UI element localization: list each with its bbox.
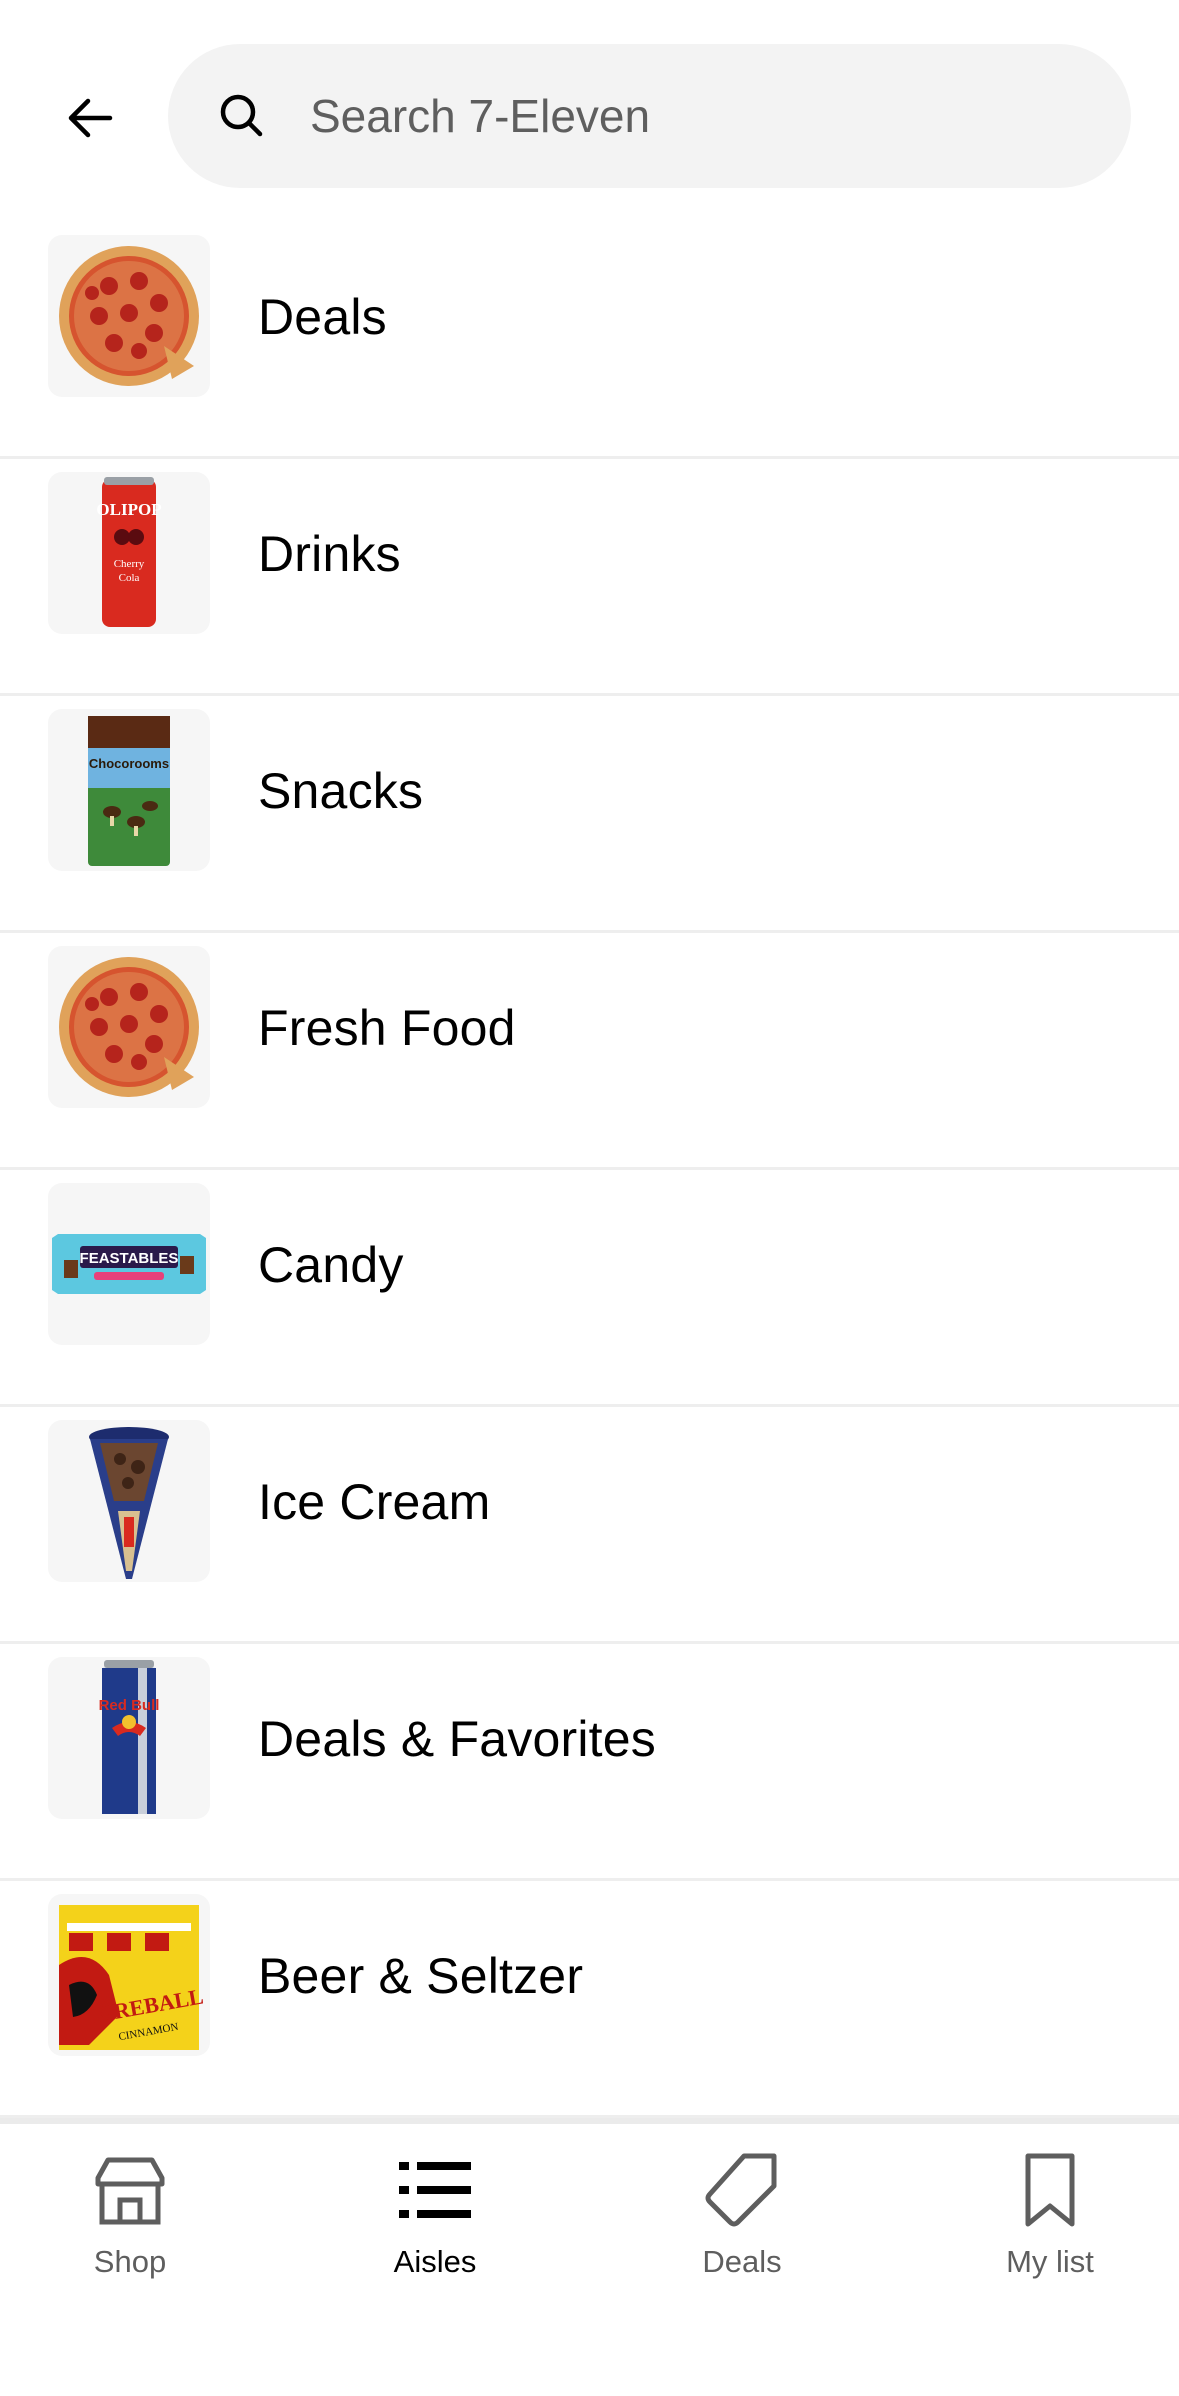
nav-item-aisles[interactable]: Aisles <box>325 2152 545 2322</box>
list-icon <box>399 2162 471 2218</box>
aisle-item-deals[interactable]: Deals <box>0 222 1179 459</box>
nav-label: Aisles <box>393 2244 477 2279</box>
aisle-label: Snacks <box>258 763 424 819</box>
aisles-screen: Deals OLIPOP Cherry Cola Drinks <box>0 0 1179 2396</box>
nav-label: Shop <box>93 2244 167 2279</box>
fireball-6-pack-image: FIREBALL CINNAMON <box>59 1905 205 2050</box>
svg-text:OLIPOP: OLIPOP <box>96 500 161 519</box>
nav-label: Deals <box>702 2244 782 2279</box>
aisle-label: Deals <box>258 289 387 345</box>
search-icon <box>220 94 263 137</box>
svg-text:Cherry: Cherry <box>114 558 145 570</box>
aisle-item-fresh-food[interactable]: Fresh Food <box>0 933 1179 1170</box>
svg-text:Red Bull: Red Bull <box>99 1697 160 1714</box>
bookmark-icon <box>1025 2153 1075 2227</box>
svg-text:Chocorooms: Chocorooms <box>89 756 169 771</box>
aisle-thumbnail <box>48 1420 210 1582</box>
aisle-label: Drinks <box>258 526 401 582</box>
nav-item-shop[interactable]: Shop <box>20 2152 240 2322</box>
aisle-thumbnail <box>48 946 210 1108</box>
ice-cream-cone-image <box>89 1427 169 1579</box>
search-input[interactable] <box>310 44 1070 188</box>
aisle-item-snacks[interactable]: Chocorooms Snacks <box>0 696 1179 933</box>
aisle-thumbnail: OLIPOP Cherry Cola <box>48 472 210 634</box>
aisle-thumbnail: FIREBALL CINNAMON <box>48 1894 210 2056</box>
cherry-cola-can-image: OLIPOP Cherry Cola <box>96 477 162 627</box>
red-bull-can-image: Red Bull <box>99 1660 160 1814</box>
aisle-label: Candy <box>258 1237 404 1293</box>
aisle-item-drinks[interactable]: OLIPOP Cherry Cola Drinks <box>0 459 1179 696</box>
pizza-image <box>59 957 199 1097</box>
aisle-thumbnail: Red Bull <box>48 1657 210 1819</box>
aisle-item-deals-and-favorites[interactable]: Red Bull Deals & Favorites <box>0 1644 1179 1881</box>
aisle-item-candy[interactable]: FEASTABLES Candy <box>0 1170 1179 1407</box>
svg-text:FEASTABLES: FEASTABLES <box>80 1250 179 1267</box>
aisle-thumbnail: FEASTABLES <box>48 1183 210 1345</box>
nav-item-deals[interactable]: Deals <box>632 2152 852 2322</box>
search-bar[interactable] <box>168 44 1131 188</box>
aisle-label: Deals & Favorites <box>258 1711 656 1767</box>
feastables-bar-image: FEASTABLES <box>52 1234 206 1294</box>
aisle-label: Ice Cream <box>258 1474 491 1530</box>
aisle-thumbnail <box>48 235 210 397</box>
svg-text:Cola: Cola <box>119 572 140 584</box>
aisle-thumbnail: Chocorooms <box>48 709 210 871</box>
aisle-list: Deals OLIPOP Cherry Cola Drinks Chocoroo… <box>0 222 1179 2118</box>
nav-item-my-list[interactable]: My list <box>940 2152 1160 2322</box>
aisle-item-beer-and-seltzer[interactable]: FIREBALL CINNAMON Beer & Seltzer <box>0 1881 1179 2118</box>
chocorooms-bag-image: Chocorooms <box>88 716 170 866</box>
bottom-nav: Shop Aisles Deals My list <box>0 2118 1179 2396</box>
header <box>0 0 1179 222</box>
aisle-item-ice-cream[interactable]: Ice Cream <box>0 1407 1179 1644</box>
aisle-label: Beer & Seltzer <box>258 1948 584 2004</box>
nav-label: My list <box>1006 2244 1094 2279</box>
back-button[interactable] <box>48 76 132 160</box>
pizza-image <box>59 246 199 386</box>
aisle-label: Fresh Food <box>258 1000 516 1056</box>
tag-icon <box>705 2153 777 2227</box>
arrow-left-icon <box>68 98 113 138</box>
storefront-icon <box>95 2157 165 2225</box>
